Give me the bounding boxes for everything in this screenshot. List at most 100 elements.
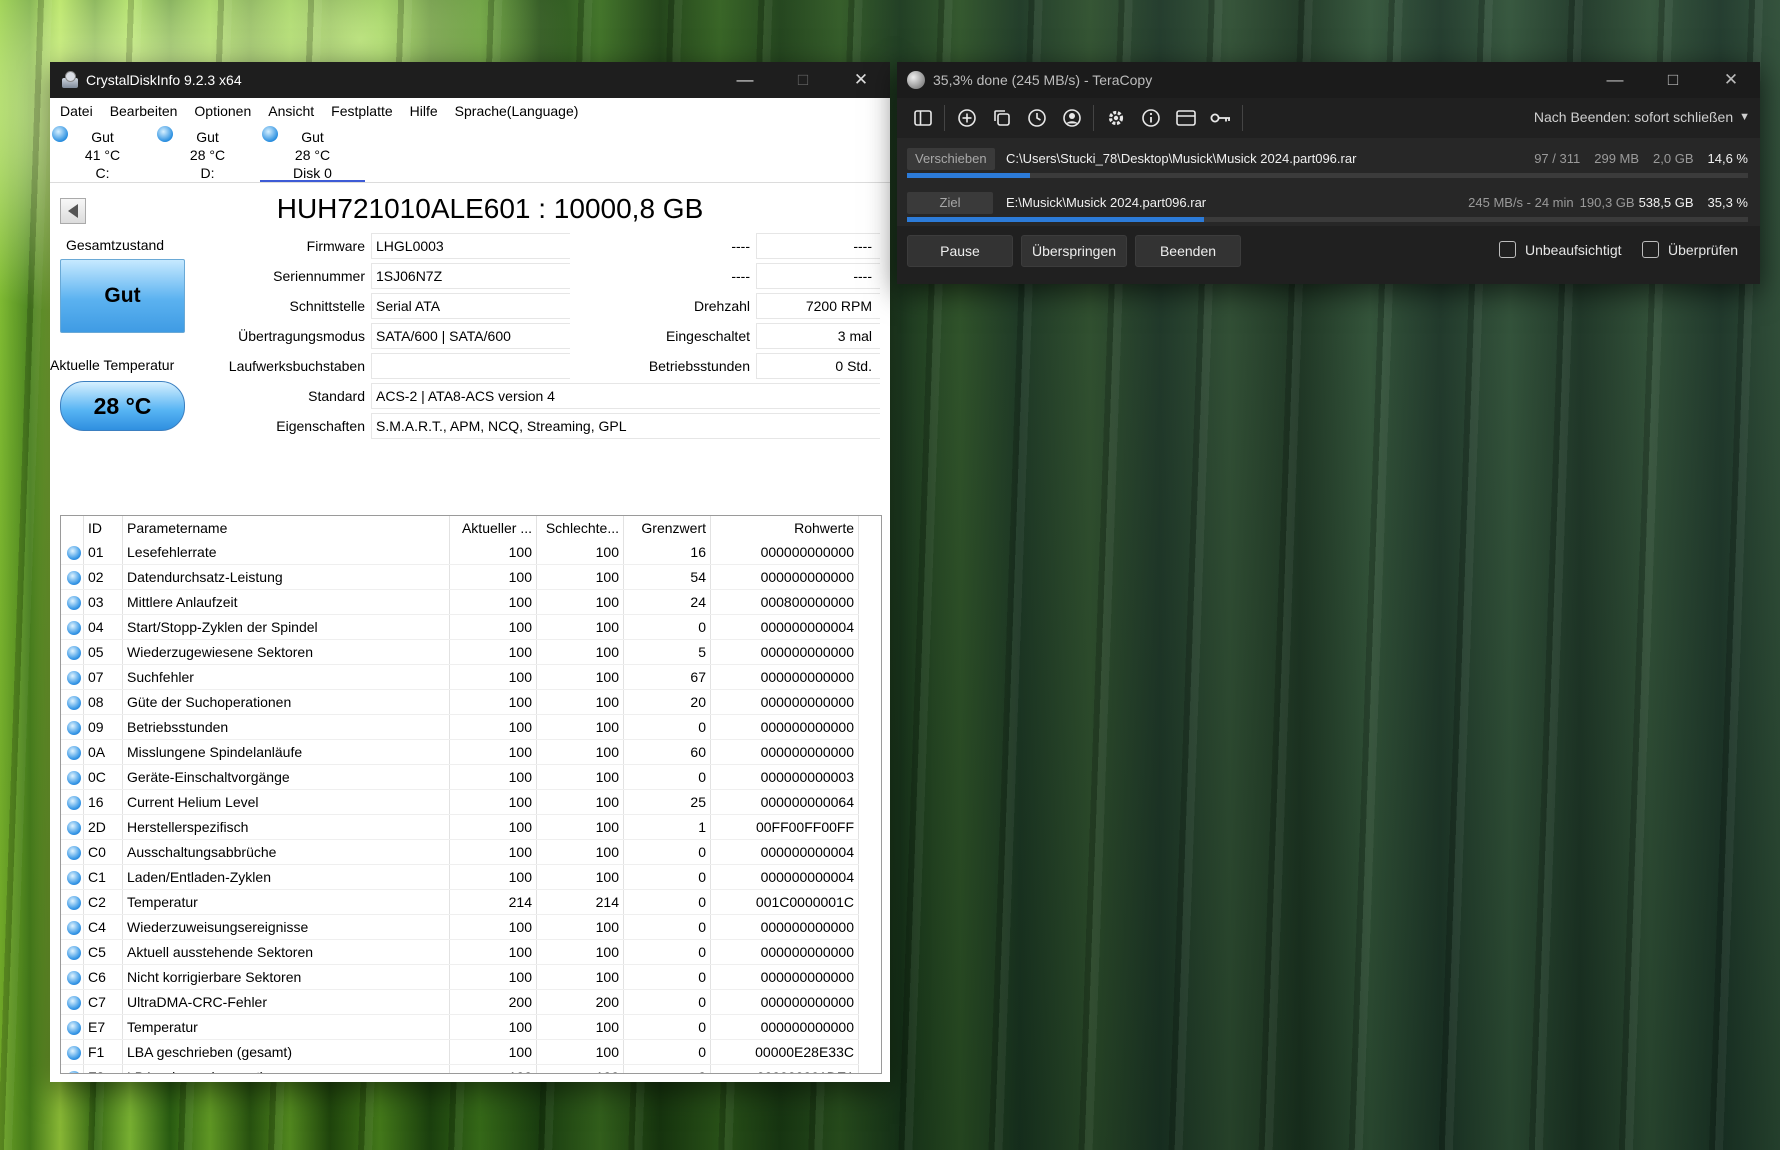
close-button[interactable]: ✕ (832, 62, 890, 98)
header-threshold[interactable]: Grenzwert (623, 516, 711, 540)
smart-row[interactable]: 04 Start/Stopp-Zyklen der Spindel 100 100 0 0… (61, 614, 859, 640)
smart-row[interactable]: F1 LBA geschrieben (gesamt) 100 100 0 00000E2… (61, 1039, 859, 1065)
move-tag: Verschieben (907, 148, 995, 170)
disk-tab-c[interactable]: Gut 41 °C C: (50, 124, 155, 182)
maximize-button[interactable]: □ (1644, 62, 1702, 98)
smart-row[interactable]: C6 Nicht korrigierbare Sektoren 100 100 0 000… (61, 964, 859, 990)
smart-row[interactable]: E7 Temperatur 100 100 0 000000000000 (61, 1014, 859, 1040)
copy-icon[interactable] (984, 103, 1019, 133)
smart-row[interactable]: C4 Wiederzuweisungsereignisse 100 100 0 00000… (61, 914, 859, 940)
header-raw[interactable]: Rohwerte (710, 516, 859, 540)
cdi-titlebar[interactable]: CrystalDiskInfo 9.2.3 x64 — □ ✕ (50, 62, 890, 98)
smart-current: 100 (449, 914, 537, 940)
status-cell (61, 914, 84, 940)
temperature-label: Aktuelle Temperatur (50, 357, 182, 373)
smart-row[interactable]: C7 UltraDMA-CRC-Fehler 200 200 0 000000000000 (61, 989, 859, 1015)
status-cell (61, 789, 84, 815)
unattended-checkbox[interactable]: Unbeaufsichtigt (1499, 241, 1622, 258)
smart-row[interactable]: 09 Betriebsstunden 100 100 0 000000000000 (61, 714, 859, 740)
disk-tab-disk0[interactable]: Gut 28 °C Disk 0 (260, 124, 365, 182)
smart-row[interactable]: 02 Datendurchsatz-Leistung 100 100 54 0000000… (61, 564, 859, 590)
smart-row[interactable]: 0A Misslungene Spindelanläufe 100 100 60 0000… (61, 739, 859, 765)
smart-current: 100 (449, 614, 537, 640)
smart-name: UltraDMA-CRC-Fehler (122, 989, 450, 1015)
status-cell (61, 689, 84, 715)
smart-threshold: 0 (623, 614, 711, 640)
smart-table-container[interactable]: ID Parametername Aktueller ... Schlechte… (60, 515, 882, 1074)
status-cell (61, 814, 84, 840)
stop-button[interactable]: Beenden (1135, 235, 1241, 267)
smart-worst: 100 (536, 639, 624, 665)
menu-optionen[interactable]: Optionen (194, 103, 251, 119)
pause-button[interactable]: Pause (907, 235, 1013, 267)
smart-row[interactable]: 01 Lesefehlerrate 100 100 16 000000000000 (61, 540, 859, 565)
temperature-value[interactable]: 28 °C (60, 381, 185, 431)
info-icon[interactable] (1133, 103, 1168, 133)
field-value: ---- (756, 263, 880, 289)
speed-eta: 245 MB/s - 24 min (1468, 195, 1574, 210)
smart-current: 100 (449, 864, 537, 890)
status-dot-icon (67, 921, 81, 936)
minimize-button[interactable]: — (1586, 62, 1644, 98)
panel-toggle-icon[interactable] (905, 103, 940, 133)
smart-id: 04 (83, 614, 123, 640)
key-icon[interactable] (1203, 103, 1238, 133)
field-power-on-hours: Betriebsstunden 0 Std. (649, 353, 880, 379)
smart-row[interactable]: 16 Current Helium Level 100 100 25 0000000000… (61, 789, 859, 815)
status-cell (61, 589, 84, 615)
smart-row[interactable]: 03 Mittlere Anlaufzeit 100 100 24 00080000000… (61, 589, 859, 615)
tc-titlebar[interactable]: 35,3% done (245 MB/s) - TeraCopy — □ ✕ (897, 62, 1760, 98)
smart-name: Geräte-Einschaltvorgänge (122, 764, 450, 790)
menu-datei[interactable]: Datei (60, 103, 93, 119)
health-status-button[interactable]: Gut (60, 259, 185, 333)
menu-festplatte[interactable]: Festplatte (331, 103, 392, 119)
target-tag: Ziel (907, 192, 993, 214)
menu-hilfe[interactable]: Hilfe (410, 103, 438, 119)
smart-worst: 100 (536, 764, 624, 790)
smart-row[interactable]: 08 Güte der Suchoperationen 100 100 20 000000… (61, 689, 859, 715)
card-icon[interactable] (1168, 103, 1203, 133)
header-name[interactable]: Parametername (122, 516, 450, 540)
disk-tab-d[interactable]: Gut 28 °C D: (155, 124, 260, 182)
history-icon[interactable] (1019, 103, 1054, 133)
field-value (371, 353, 570, 379)
smart-row[interactable]: C0 Ausschaltungsabbrüche 100 100 0 0000000000… (61, 839, 859, 865)
smart-raw: 00FF00FF00FF (710, 814, 859, 840)
skip-button[interactable]: Überspringen (1021, 235, 1127, 267)
smart-name: Current Helium Level (122, 789, 450, 815)
header-id[interactable]: ID (83, 516, 123, 540)
smart-row[interactable]: F2LBA gelesen (gesamt)1001000000000091DE… (61, 1064, 859, 1073)
close-button[interactable]: ✕ (1702, 62, 1760, 98)
after-completion-dropdown[interactable]: Nach Beenden: sofort schließen ▼ (1534, 109, 1750, 125)
smart-row[interactable]: 05 Wiederzugewiesene Sektoren 100 100 5 00000… (61, 639, 859, 665)
verify-checkbox[interactable]: Überprüfen (1642, 241, 1738, 258)
smart-row[interactable]: C2 Temperatur 214 214 0 001C0000001C (61, 889, 859, 915)
smart-row[interactable]: 0C Geräte-Einschaltvorgänge 100 100 0 0000000… (61, 764, 859, 790)
smart-row[interactable]: C1 Laden/Entladen-Zyklen 100 100 0 0000000000… (61, 864, 859, 890)
smart-row[interactable]: C5 Aktuell ausstehende Sektoren 100 100 0 000… (61, 939, 859, 965)
gear-icon[interactable] (1098, 103, 1133, 133)
user-icon[interactable] (1054, 103, 1089, 133)
status-cell (61, 889, 84, 915)
smart-worst: 100 (536, 789, 624, 815)
menu-bearbeiten[interactable]: Bearbeiten (110, 103, 178, 119)
add-files-icon[interactable] (949, 103, 984, 133)
status-dot-icon (67, 696, 81, 711)
menu-ansicht[interactable]: Ansicht (268, 103, 314, 119)
smart-worst: 100 (536, 839, 624, 865)
maximize-button[interactable]: □ (774, 62, 832, 98)
menu-sprache[interactable]: Sprache(Language) (455, 103, 579, 119)
minimize-button[interactable]: — (716, 62, 774, 98)
target-row[interactable]: Ziel E:\Musick\Musick 2024.part096.rar 2… (897, 182, 1760, 226)
target-path: E:\Musick\Musick 2024.part096.rar (1006, 195, 1207, 210)
crystaldiskinfo-window: CrystalDiskInfo 9.2.3 x64 — □ ✕ Datei Be… (50, 62, 890, 1082)
header-current[interactable]: Aktueller ... (449, 516, 537, 540)
header-worst[interactable]: Schlechte... (536, 516, 624, 540)
file-count: 97 / 311 (1534, 151, 1581, 166)
field-value: SATA/600 | SATA/600 (371, 323, 570, 349)
smart-id: 02 (83, 564, 123, 590)
source-row[interactable]: Verschieben C:\Users\Stucki_78\Desktop\M… (897, 138, 1760, 182)
smart-row[interactable]: 07 Suchfehler 100 100 67 000000000000 (61, 664, 859, 690)
smart-row[interactable]: 2D Herstellerspezifisch 100 100 1 00FF00FF00F… (61, 814, 859, 840)
header-status[interactable] (61, 516, 84, 540)
